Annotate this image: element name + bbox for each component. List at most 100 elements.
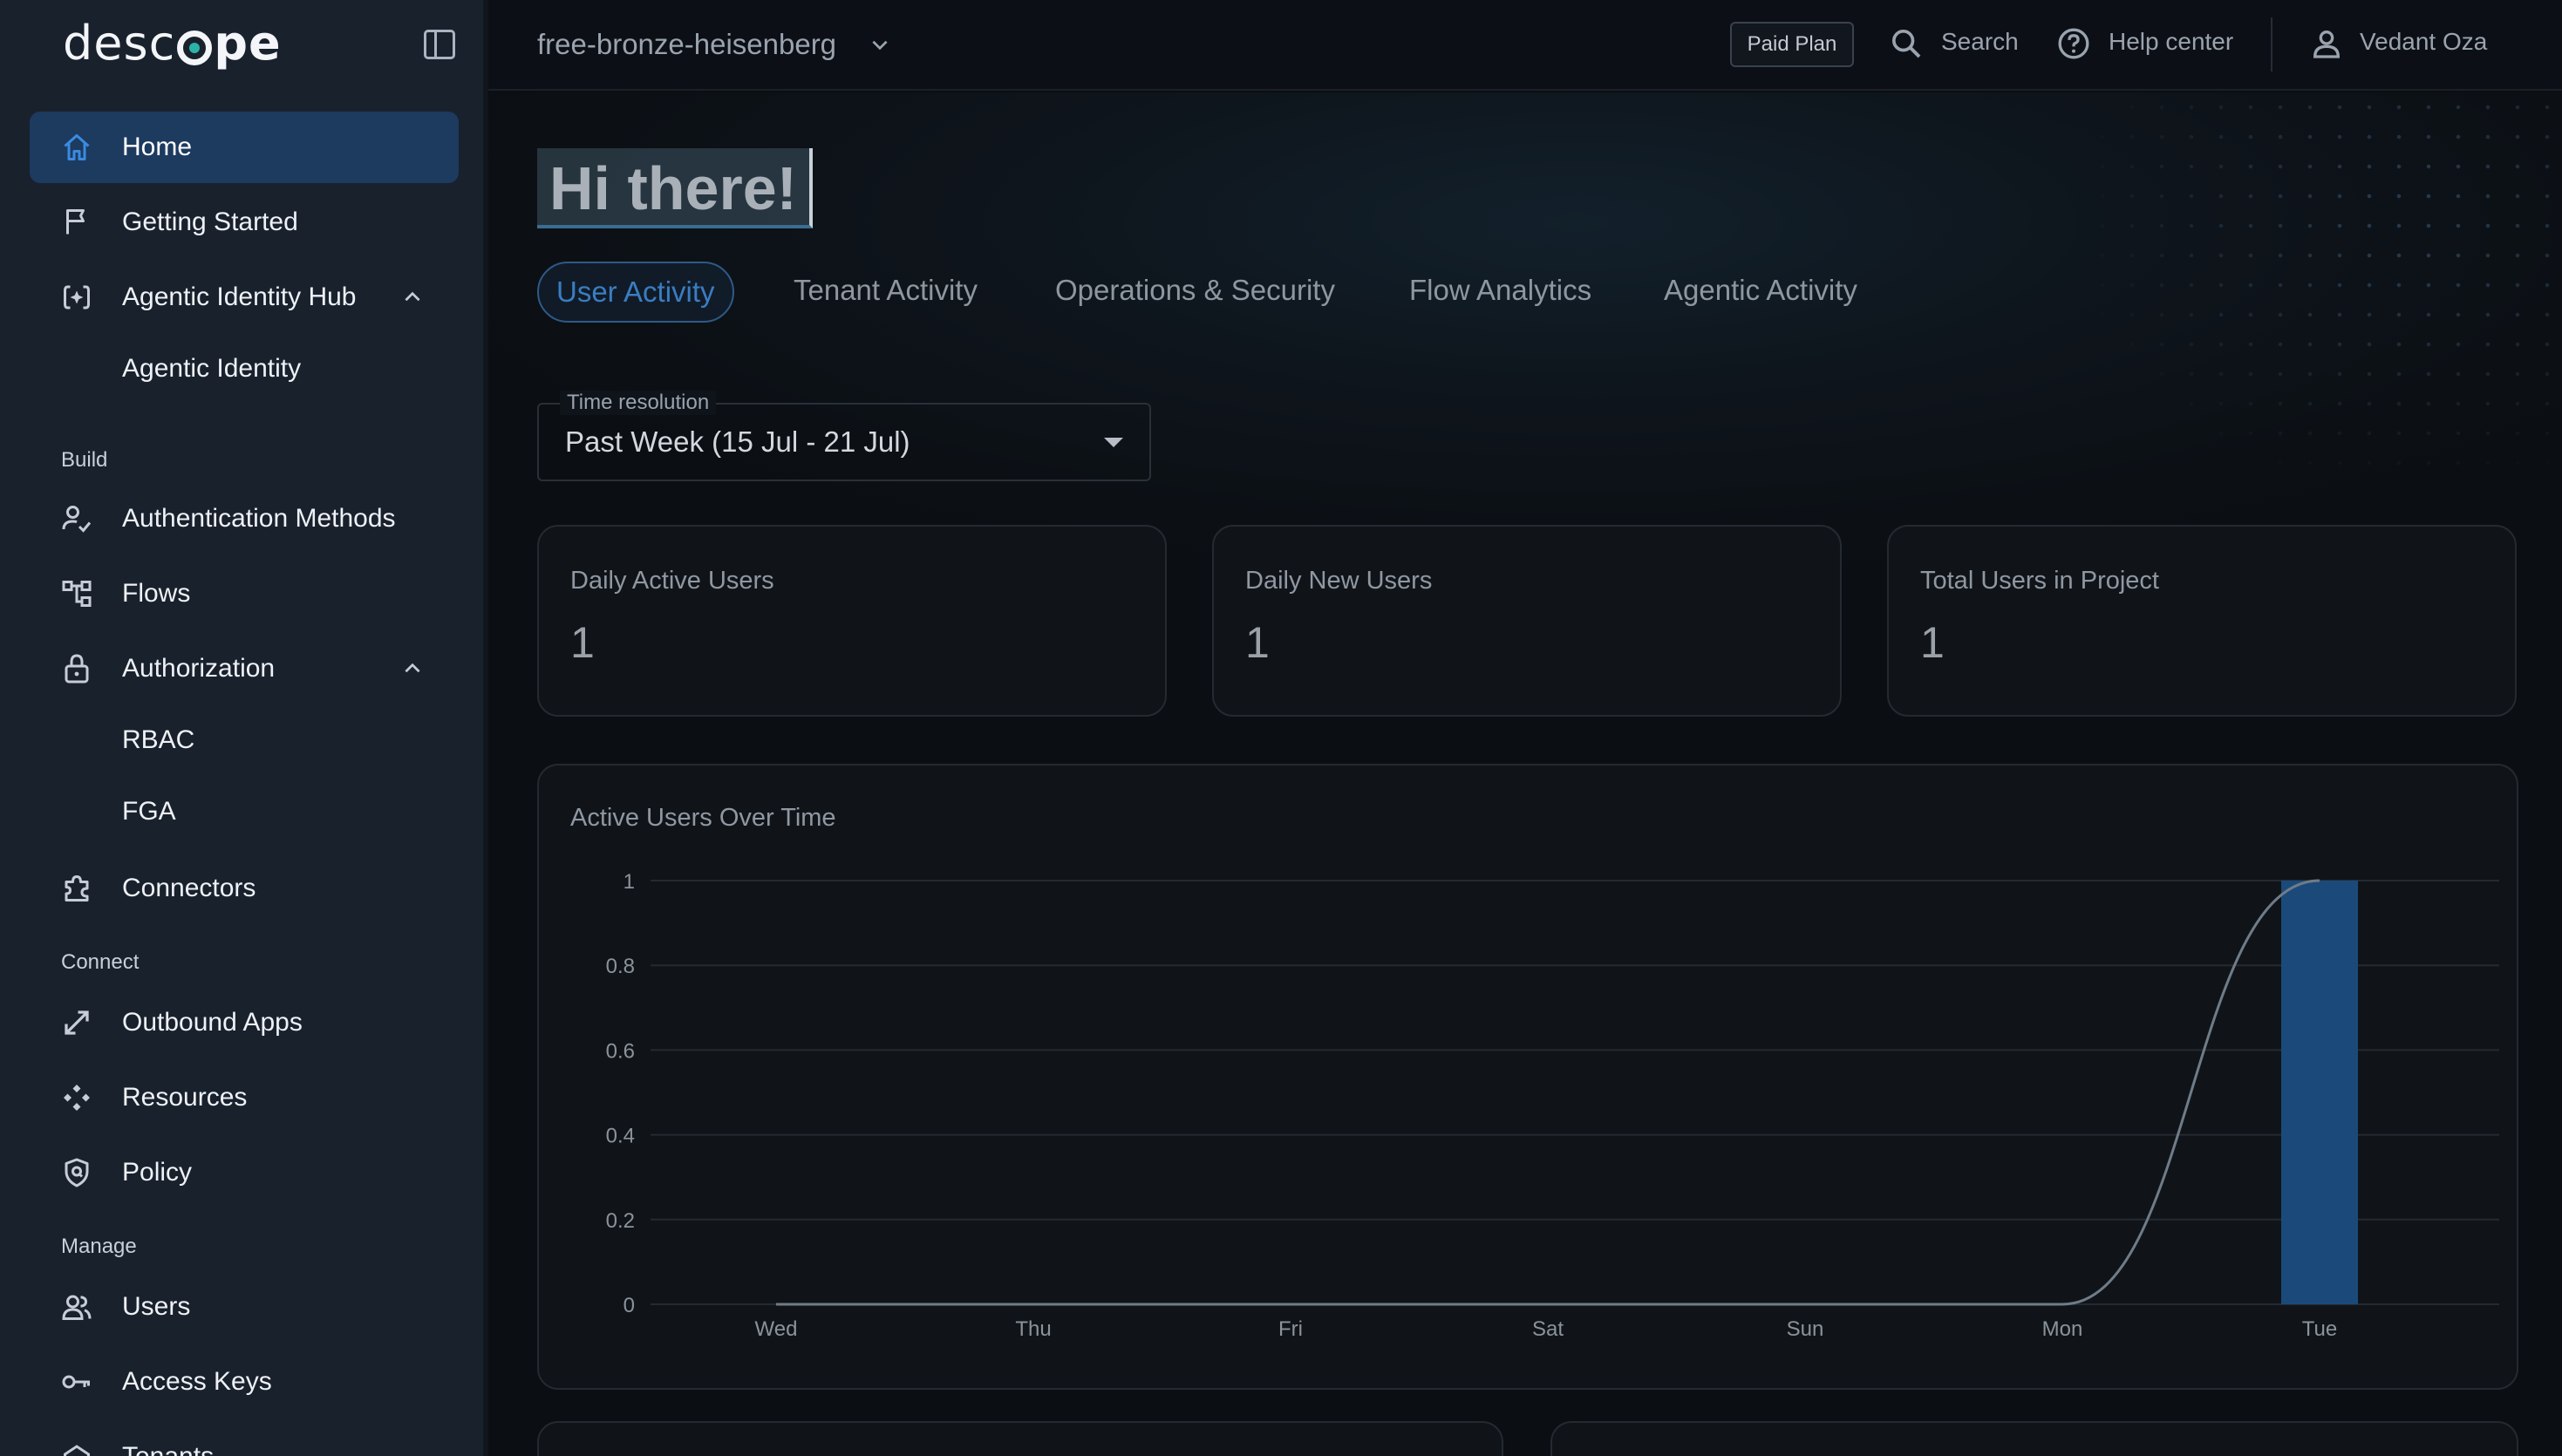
y-tick-label: 0.2 (606, 1209, 635, 1233)
section-label-connect: Connect (61, 950, 140, 974)
sidebar-item-getting-started[interactable]: Getting Started (30, 187, 459, 258)
stat-card-daily-new-users: Daily New Users 1 (1212, 525, 1842, 717)
tenants-icon (64, 1445, 90, 1456)
page-greeting: Hi there! (537, 148, 813, 228)
lock-icon (65, 654, 89, 684)
stat-card-daily-active-users: Daily Active Users 1 (537, 525, 1167, 717)
search-icon[interactable] (1889, 26, 1924, 61)
sidebar-item-label: Authorization (122, 654, 276, 683)
sidebar-item-resources[interactable]: Resources (30, 1062, 459, 1133)
time-resolution-select[interactable]: Time resolution Past Week (15 Jul - 21 J… (537, 391, 1151, 481)
section-label-build: Build (61, 448, 108, 472)
y-tick-label: 0 (623, 1294, 635, 1317)
sidebar-item-label: Getting Started (122, 208, 298, 236)
bottom-card-right (1550, 1421, 2518, 1456)
sidebar-item-flows[interactable]: Flows (30, 558, 459, 629)
time-resolution-value: Past Week (15 Jul - 21 Jul) (565, 425, 910, 458)
plan-badge[interactable]: Paid Plan (1730, 22, 1854, 67)
help-center-link[interactable]: Help center (2109, 28, 2233, 56)
stat-title: Total Users in Project (1920, 567, 2159, 595)
sidebar: desc pe Home Getting Started Agentic Iden… (0, 0, 483, 1456)
topbar-divider (2271, 17, 2272, 71)
y-tick-label: 0.6 (606, 1039, 635, 1063)
logo-text-end: pe (214, 16, 282, 71)
x-tick-label: Thu (1015, 1317, 1051, 1341)
chevron-up-icon[interactable] (401, 286, 424, 309)
search-button[interactable]: Search (1941, 28, 2019, 56)
sidebar-item-label: Authentication Methods (122, 504, 396, 533)
sidebar-collapse-icon[interactable] (424, 30, 455, 59)
sidebar-item-label: Connectors (122, 874, 256, 902)
chevron-down-icon[interactable] (869, 33, 891, 56)
main-content: Hi there! User Activity Tenant Activity … (488, 92, 2562, 1456)
sidebar-item-authorization[interactable]: Authorization (30, 633, 459, 704)
user-menu[interactable]: Vedant Oza (2360, 28, 2487, 56)
section-label-manage: Manage (61, 1235, 137, 1258)
help-circle-icon[interactable] (2056, 26, 2091, 61)
sidebar-item-authentication-methods[interactable]: Authentication Methods (30, 483, 459, 555)
x-tick-label: Wed (755, 1317, 798, 1341)
sidebar-item-home[interactable]: Home (30, 112, 459, 183)
bottom-card-left (537, 1421, 1503, 1456)
sidebar-item-label: Home (122, 133, 193, 161)
sidebar-item-users[interactable]: Users (30, 1271, 459, 1343)
x-tick-label: Mon (2042, 1317, 2083, 1341)
tab-flow-analytics[interactable]: Flow Analytics (1409, 274, 1591, 307)
users-icon (62, 1295, 92, 1320)
active-users-chart-card: Active Users Over Time 0 0.2 0.4 0.6 0.8 1 Wed… (537, 764, 2518, 1390)
sidebar-item-agentic-identity[interactable]: Agentic Identity (122, 354, 301, 384)
user-icon[interactable] (2309, 26, 2344, 61)
shield-icon (65, 1158, 89, 1187)
sidebar-item-tenants[interactable]: Tenants (30, 1421, 459, 1456)
key-icon (62, 1375, 90, 1389)
project-selector[interactable]: free-bronze-heisenberg (537, 28, 836, 61)
descope-logo[interactable]: desc pe (63, 16, 282, 71)
x-tick-label: Fri (1278, 1317, 1303, 1341)
app-root: desc pe Home Getting Started Agentic Iden… (0, 0, 2562, 1456)
expand-arrows-icon (65, 1010, 89, 1035)
y-tick-label: 1 (623, 870, 635, 894)
x-tick-label: Tue (2302, 1317, 2337, 1341)
x-tick-label: Sun (1787, 1317, 1824, 1341)
tab-tenant-activity[interactable]: Tenant Activity (794, 274, 978, 307)
resources-diamond-icon (64, 1085, 90, 1111)
tab-agentic-activity[interactable]: Agentic Activity (1664, 274, 1857, 307)
logo-mark-icon (177, 30, 213, 65)
sidebar-item-label: Outbound Apps (122, 1008, 303, 1037)
home-icon (64, 134, 90, 160)
sidebar-item-access-keys[interactable]: Access Keys (30, 1346, 459, 1418)
sidebar-item-label: Agentic Identity Hub (122, 282, 357, 311)
agentic-hub-icon (64, 285, 90, 310)
bar (2281, 881, 2358, 1304)
sidebar-item-label: Policy (122, 1158, 193, 1187)
stat-value: 1 (1245, 618, 1270, 667)
flag-icon (66, 209, 85, 235)
chevron-up-icon[interactable] (401, 657, 424, 680)
stat-value: 1 (1920, 618, 1945, 667)
sidebar-item-label: Access Keys (122, 1367, 272, 1396)
sidebar-item-label: Users (122, 1292, 191, 1321)
user-check-icon (62, 506, 92, 533)
sidebar-item-fga[interactable]: FGA (122, 797, 176, 827)
tab-user-activity[interactable]: User Activity (537, 262, 734, 323)
sidebar-item-label: Resources (122, 1083, 248, 1112)
puzzle-icon (65, 875, 89, 901)
time-resolution-label: Time resolution (560, 391, 717, 415)
tab-operations-security[interactable]: Operations & Security (1055, 274, 1335, 307)
sidebar-item-agentic-identity-hub[interactable]: Agentic Identity Hub (30, 262, 459, 333)
caret-down-icon (1104, 438, 1123, 447)
stat-card-total-users: Total Users in Project 1 (1887, 525, 2517, 717)
sidebar-item-outbound-apps[interactable]: Outbound Apps (30, 987, 459, 1058)
decorative-dot-pattern (2058, 92, 2562, 511)
topbar: free-bronze-heisenberg Paid Plan Search … (488, 0, 2562, 91)
sidebar-item-policy[interactable]: Policy (30, 1137, 459, 1208)
sidebar-item-connectors[interactable]: Connectors (30, 853, 459, 924)
sidebar-item-label: Tenants (122, 1442, 214, 1456)
x-tick-label: Sat (1532, 1317, 1564, 1341)
y-tick-label: 0.4 (606, 1125, 635, 1148)
stat-title: Daily New Users (1245, 567, 1433, 595)
logo-text-start: desc (63, 16, 176, 71)
sidebar-item-rbac[interactable]: RBAC (122, 725, 194, 755)
stat-value: 1 (570, 618, 595, 667)
y-tick-label: 0.8 (606, 955, 635, 978)
